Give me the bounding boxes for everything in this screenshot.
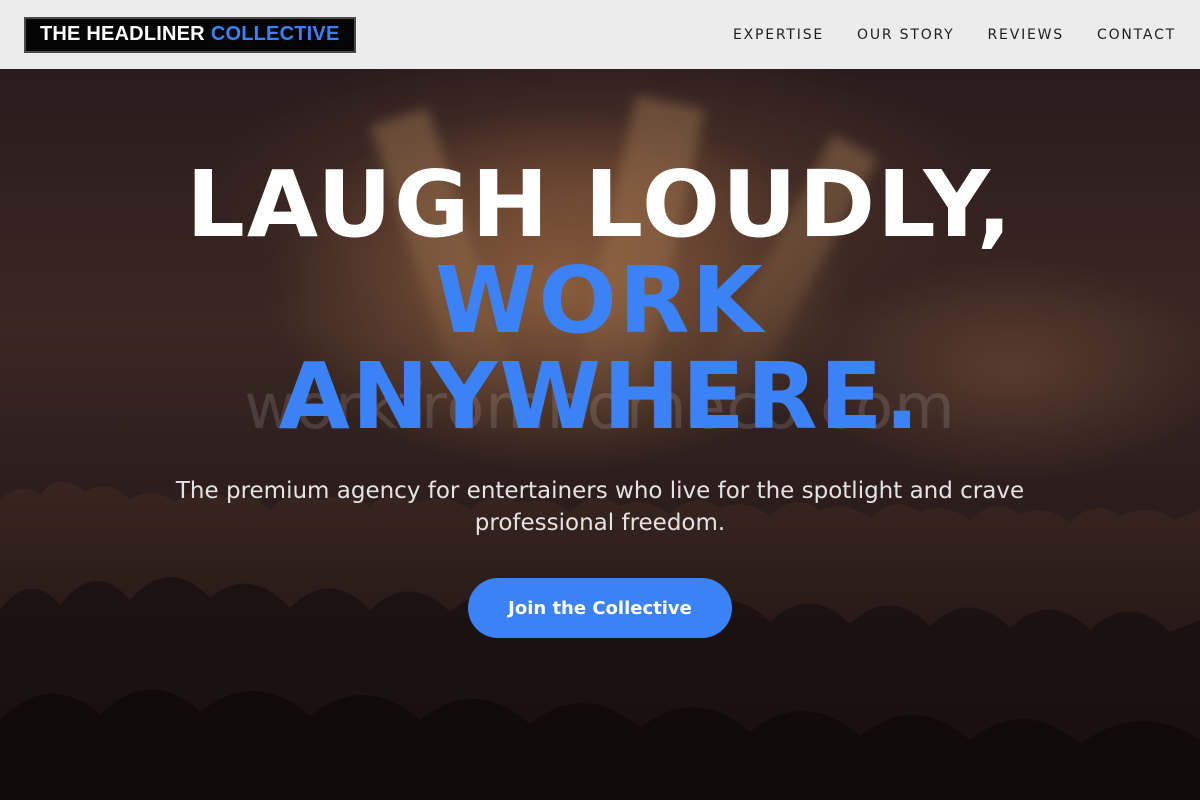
logo-accent-text: COLLECTIVE: [210, 23, 340, 45]
headline-line-3: ANYWHERE.: [278, 343, 922, 450]
nav-link-contact[interactable]: CONTACT: [1097, 27, 1176, 43]
main-nav: EXPERTISE OUR STORY REVIEWS CONTACT: [733, 27, 1176, 43]
headline-line-1: LAUGH LOUDLY,: [186, 151, 1014, 258]
nav-link-reviews[interactable]: REVIEWS: [988, 27, 1064, 43]
hero-content: LAUGH LOUDLY, WORK ANYWHERE. The premium…: [0, 69, 1200, 800]
site-header: THE HEADLINER COLLECTIVE EXPERTISE OUR S…: [0, 0, 1200, 69]
hero-subtitle: The premium agency for entertainers who …: [175, 478, 1025, 536]
logo-primary-text: THE HEADLINER: [40, 23, 205, 45]
nav-link-our-story[interactable]: OUR STORY: [857, 27, 955, 43]
hero-headline: LAUGH LOUDLY, WORK ANYWHERE.: [0, 157, 1200, 445]
nav-link-expertise[interactable]: EXPERTISE: [733, 27, 824, 43]
headline-line-2: WORK: [435, 247, 765, 354]
site-logo[interactable]: THE HEADLINER COLLECTIVE: [24, 16, 356, 53]
join-collective-button[interactable]: Join the Collective: [468, 578, 732, 638]
